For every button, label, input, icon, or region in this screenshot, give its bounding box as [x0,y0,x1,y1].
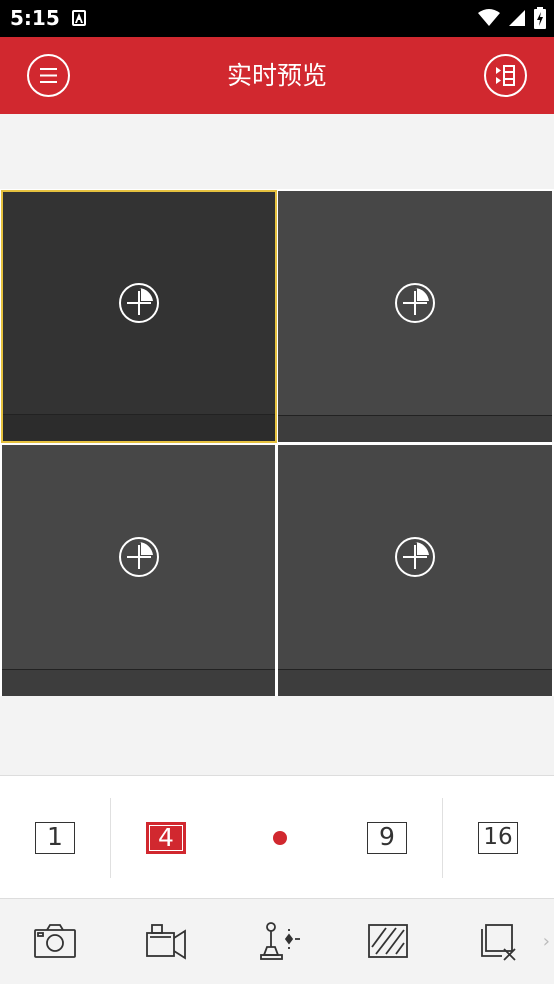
status-time: 5:15 [10,6,60,30]
video-window-3[interactable] [2,445,275,696]
ptz-icon[interactable] [257,919,301,963]
window-info-bar [278,415,552,442]
status-bar: 5:15 [0,0,554,37]
add-camera-icon[interactable] [394,536,436,578]
notification-icon [72,10,86,26]
window-info-bar [2,669,275,696]
add-camera-icon[interactable] [118,536,160,578]
layout-1-button[interactable]: 1 [35,822,75,854]
bottom-toolbar: › [0,899,554,984]
page-title: 实时预览 [226,61,327,90]
video-window-1[interactable] [1,190,277,443]
page-indicator-dot [273,831,287,845]
video-window-2[interactable] [278,191,552,442]
signal-icon [509,10,525,26]
header: 实时预览 [0,37,554,114]
close-window-icon[interactable] [478,919,522,963]
quality-icon[interactable] [366,919,410,963]
layout-16-button[interactable]: 16 [478,822,518,854]
window-info-bar [3,414,275,441]
video-window-4[interactable] [278,445,552,696]
device-list-button[interactable] [484,54,527,97]
battery-icon [534,7,546,29]
video-grid [0,189,554,696]
record-icon[interactable] [144,919,188,963]
layout-9-button[interactable]: 9 [367,822,407,854]
device-list-icon [496,65,515,86]
layout-4-button[interactable]: 4 [146,822,186,854]
divider [442,798,443,878]
camera-icon[interactable] [33,919,77,963]
more-tools-chevron-icon[interactable]: › [543,931,550,952]
wifi-icon [478,9,500,26]
divider [110,798,111,878]
add-camera-icon[interactable] [118,282,160,324]
add-camera-icon[interactable] [394,282,436,324]
window-info-bar [278,669,552,696]
